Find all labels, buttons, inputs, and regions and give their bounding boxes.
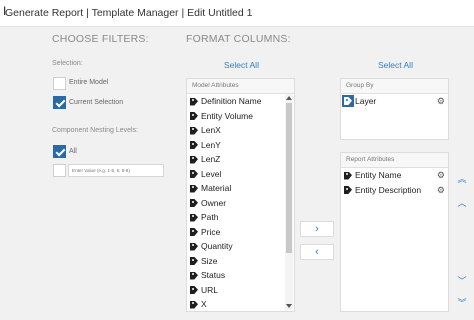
window-title: Generate Report | Template Manager | Edi…: [5, 7, 253, 19]
title-bar: I Generate Report | Template Manager | E…: [0, 0, 474, 27]
list-item[interactable]: Entity Description ⚙: [341, 183, 448, 198]
report-attributes-list: Entity Name ⚙ Entity Description ⚙: [341, 168, 448, 197]
order-value-checkbox[interactable]: [53, 164, 66, 177]
tag-icon: [190, 300, 198, 309]
tag-icon: [190, 228, 198, 236]
tag-icon: [190, 97, 198, 106]
entire-model-label: Entire Model: [69, 79, 109, 86]
gear-icon[interactable]: ⚙: [437, 183, 445, 198]
all-levels-label: All: [69, 148, 77, 155]
move-to-top-icon[interactable]: ︽: [456, 172, 468, 185]
list-item[interactable]: Owner: [187, 196, 284, 211]
tag-icon: [190, 213, 198, 222]
move-to-bottom-icon[interactable]: ︾: [456, 296, 468, 309]
report-attributes-panel: Report Attributes Entity Name ⚙ Entity D…: [340, 152, 449, 312]
entire-model-checkbox[interactable]: [53, 77, 66, 90]
list-item[interactable]: Size: [187, 254, 284, 269]
choose-filters-heading: CHOOSE FILTERS:: [52, 33, 149, 45]
gear-icon[interactable]: ⚙: [437, 168, 445, 183]
tag-icon: [190, 271, 198, 280]
move-right-button[interactable]: ›: [300, 221, 334, 237]
list-item[interactable]: Level: [187, 167, 284, 182]
model-attributes-list: Definition Name Entity Volume LenX LenY …: [187, 94, 284, 312]
list-item[interactable]: Status: [187, 268, 284, 283]
list-item[interactable]: LenY: [187, 138, 284, 153]
list-item[interactable]: Definition Name: [187, 94, 284, 109]
current-selection-label: Current Selection: [69, 99, 124, 106]
list-item[interactable]: Material: [187, 181, 284, 196]
group-by-header: Group By: [341, 79, 448, 94]
list-item[interactable]: Entity Name ⚙: [341, 168, 448, 183]
move-up-icon[interactable]: ︿: [456, 196, 468, 209]
tag-icon: [344, 186, 352, 194]
tag-icon: [190, 141, 198, 149]
list-item[interactable]: Entity Volume: [187, 109, 284, 124]
tag-icon: [344, 171, 352, 180]
scroll-up-arrow-icon[interactable]: [286, 96, 292, 100]
list-item[interactable]: Path: [187, 210, 284, 225]
nesting-levels-label: Component Nesting Levels:: [52, 127, 138, 134]
list-item[interactable]: LenZ: [187, 152, 284, 167]
tag-icon: [190, 257, 198, 265]
list-item[interactable]: Layer ⚙: [341, 94, 448, 109]
tag-icon: [190, 112, 198, 120]
scroll-thumb[interactable]: [286, 103, 292, 253]
format-columns-heading: FORMAT COLUMNS:: [186, 33, 291, 45]
gear-icon[interactable]: ⚙: [437, 94, 445, 109]
group-by-panel: Group By Layer ⚙: [340, 78, 449, 140]
selection-label: Selection:: [52, 60, 83, 67]
tag-icon: [190, 286, 198, 294]
current-selection-checkbox[interactable]: [53, 96, 66, 109]
move-left-button[interactable]: ‹: [300, 244, 334, 260]
all-levels-checkbox[interactable]: [53, 145, 66, 158]
order-value-input[interactable]: [68, 164, 164, 177]
tag-icon: [190, 184, 198, 193]
tag-icon: [190, 242, 198, 251]
list-item[interactable]: X: [187, 297, 284, 312]
model-attributes-panel: Model Attributes Definition Name Entity …: [186, 78, 295, 312]
tag-icon: [190, 199, 198, 207]
report-attributes-header: Report Attributes: [341, 153, 448, 168]
select-all-group-link[interactable]: Select All: [378, 60, 413, 70]
tag-icon: [190, 126, 198, 135]
model-attributes-scrollbar[interactable]: [285, 94, 293, 310]
tag-icon: [344, 97, 352, 105]
tag-icon: [190, 170, 198, 178]
group-by-list: Layer ⚙: [341, 94, 448, 109]
move-down-icon[interactable]: ﹀: [456, 274, 468, 287]
scroll-down-arrow-icon[interactable]: [286, 304, 292, 308]
list-item[interactable]: LenX: [187, 123, 284, 138]
tag-icon: [190, 155, 198, 164]
selected-indicator: [342, 95, 354, 107]
list-item[interactable]: URL: [187, 283, 284, 298]
list-item[interactable]: Price: [187, 225, 284, 240]
select-all-model-link[interactable]: Select All: [224, 60, 259, 70]
list-item[interactable]: Quantity: [187, 239, 284, 254]
model-attributes-header: Model Attributes: [187, 79, 294, 94]
